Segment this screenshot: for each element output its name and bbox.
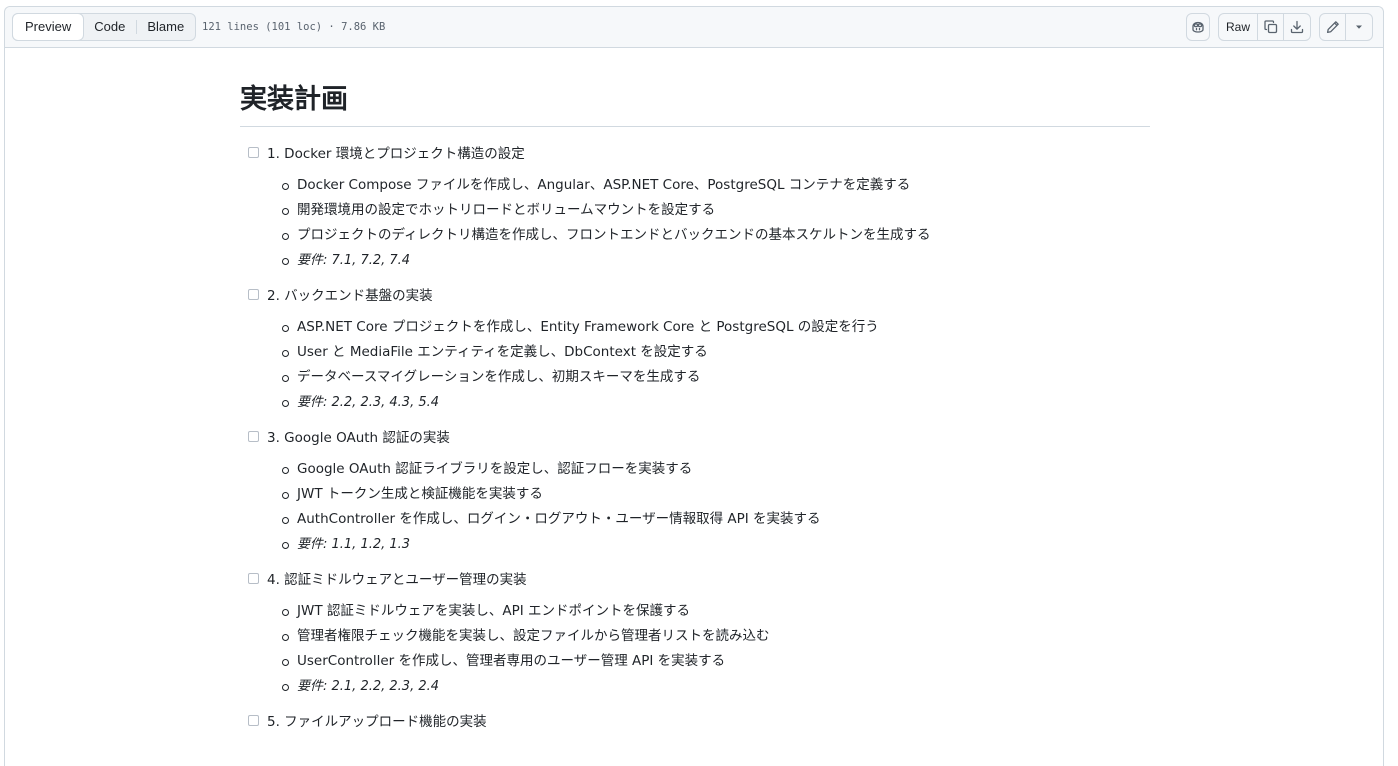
subtask-list: Google OAuth 認証ライブラリを設定し、認証フローを実装する JWT … — [280, 457, 1150, 557]
subtask-item: 開発環境用の設定でホットリロードとボリュームマウントを設定する — [280, 198, 1150, 223]
subtask-item: User と MediaFile エンティティを定義し、DbContext を設… — [280, 340, 1150, 365]
pencil-icon — [1326, 21, 1339, 34]
task-checkbox[interactable] — [248, 146, 259, 158]
edit-group — [1319, 13, 1373, 41]
task-item: 5. ファイルアップロード機能の実装 — [240, 705, 1150, 735]
task-label: 1. Docker 環境とプロジェクト構造の設定 — [267, 146, 525, 162]
tab-preview[interactable]: Preview — [12, 13, 85, 41]
task-label: 2. バックエンド基盤の実装 — [267, 288, 433, 304]
task-label: 5. ファイルアップロード機能の実装 — [267, 714, 487, 730]
subtask-item: AuthController を作成し、ログイン・ログアウト・ユーザー情報取得 … — [280, 507, 1150, 532]
tab-code[interactable]: Code — [83, 14, 136, 40]
file-header: Preview Code Blame 121 lines (101 loc) ·… — [5, 7, 1383, 48]
subtask-item: プロジェクトのディレクトリ構造を作成し、フロントエンドとバックエンドの基本スケル… — [280, 223, 1150, 248]
requirements-item: 要件: 2.2, 2.3, 4.3, 5.4 — [280, 390, 1150, 415]
subtask-item: JWT トークン生成と検証機能を実装する — [280, 482, 1150, 507]
task-checkbox[interactable] — [248, 430, 259, 442]
page-title: 実装計画 — [240, 80, 1150, 127]
raw-button[interactable]: Raw — [1219, 14, 1258, 40]
subtask-item: Google OAuth 認証ライブラリを設定し、認証フローを実装する — [280, 457, 1150, 482]
download-button[interactable] — [1284, 14, 1310, 40]
subtask-item: 管理者権限チェック機能を実装し、設定ファイルから管理者リストを読み込む — [280, 624, 1150, 649]
copy-raw-button[interactable] — [1258, 14, 1284, 40]
markdown-body: 実装計画 1. Docker 環境とプロジェクト構造の設定 Docker Com… — [240, 48, 1150, 735]
task-label: 3. Google OAuth 認証の実装 — [267, 430, 450, 446]
subtask-list: JWT 認証ミドルウェアを実装し、API エンドポイントを保護する 管理者権限チ… — [280, 599, 1150, 699]
subtask-item: データベースマイグレーションを作成し、初期スキーマを生成する — [280, 365, 1150, 390]
download-icon — [1290, 20, 1304, 34]
subtask-item: Docker Compose ファイルを作成し、Angular、ASP.NET … — [280, 173, 1150, 198]
raw-copy-download-group: Raw — [1217, 13, 1311, 41]
edit-button[interactable] — [1320, 14, 1346, 40]
more-edit-options-button[interactable] — [1346, 14, 1372, 40]
task-item: 4. 認証ミドルウェアとユーザー管理の実装 JWT 認証ミドルウェアを実装し、A… — [240, 563, 1150, 699]
tab-blame[interactable]: Blame — [136, 14, 195, 40]
subtask-item: ASP.NET Core プロジェクトを作成し、Entity Framework… — [280, 315, 1150, 340]
file-meta: 121 lines (101 loc) · 7.86 KB — [202, 21, 386, 33]
subtask-list: ASP.NET Core プロジェクトを作成し、Entity Framework… — [280, 315, 1150, 415]
copy-icon — [1263, 20, 1277, 34]
subtask-item: JWT 認証ミドルウェアを実装し、API エンドポイントを保護する — [280, 599, 1150, 624]
file-actions: Raw — [1185, 13, 1373, 41]
view-mode-switcher: Preview Code Blame — [12, 13, 197, 41]
task-checkbox[interactable] — [248, 714, 259, 726]
task-checkbox[interactable] — [248, 572, 259, 584]
task-label: 4. 認証ミドルウェアとユーザー管理の実装 — [267, 572, 527, 588]
file-viewer: Preview Code Blame 121 lines (101 loc) ·… — [4, 6, 1384, 766]
subtask-list: Docker Compose ファイルを作成し、Angular、ASP.NET … — [280, 173, 1150, 273]
requirements-item: 要件: 7.1, 7.2, 7.4 — [280, 248, 1150, 273]
task-item: 2. バックエンド基盤の実装 ASP.NET Core プロジェクトを作成し、E… — [240, 279, 1150, 415]
copilot-button[interactable] — [1185, 13, 1210, 41]
task-checkbox[interactable] — [248, 288, 259, 300]
raw-label: Raw — [1225, 20, 1250, 34]
requirements-item: 要件: 2.1, 2.2, 2.3, 2.4 — [280, 674, 1150, 699]
task-list: 1. Docker 環境とプロジェクト構造の設定 Docker Compose … — [240, 137, 1150, 735]
task-item: 1. Docker 環境とプロジェクト構造の設定 Docker Compose … — [240, 137, 1150, 273]
requirements-item: 要件: 1.1, 1.2, 1.3 — [280, 532, 1150, 557]
task-item: 3. Google OAuth 認証の実装 Google OAuth 認証ライブ… — [240, 421, 1150, 557]
subtask-item: UserController を作成し、管理者専用のユーザー管理 API を実装… — [280, 649, 1150, 674]
copilot-icon — [1192, 21, 1204, 33]
triangle-down-icon — [1356, 25, 1362, 29]
